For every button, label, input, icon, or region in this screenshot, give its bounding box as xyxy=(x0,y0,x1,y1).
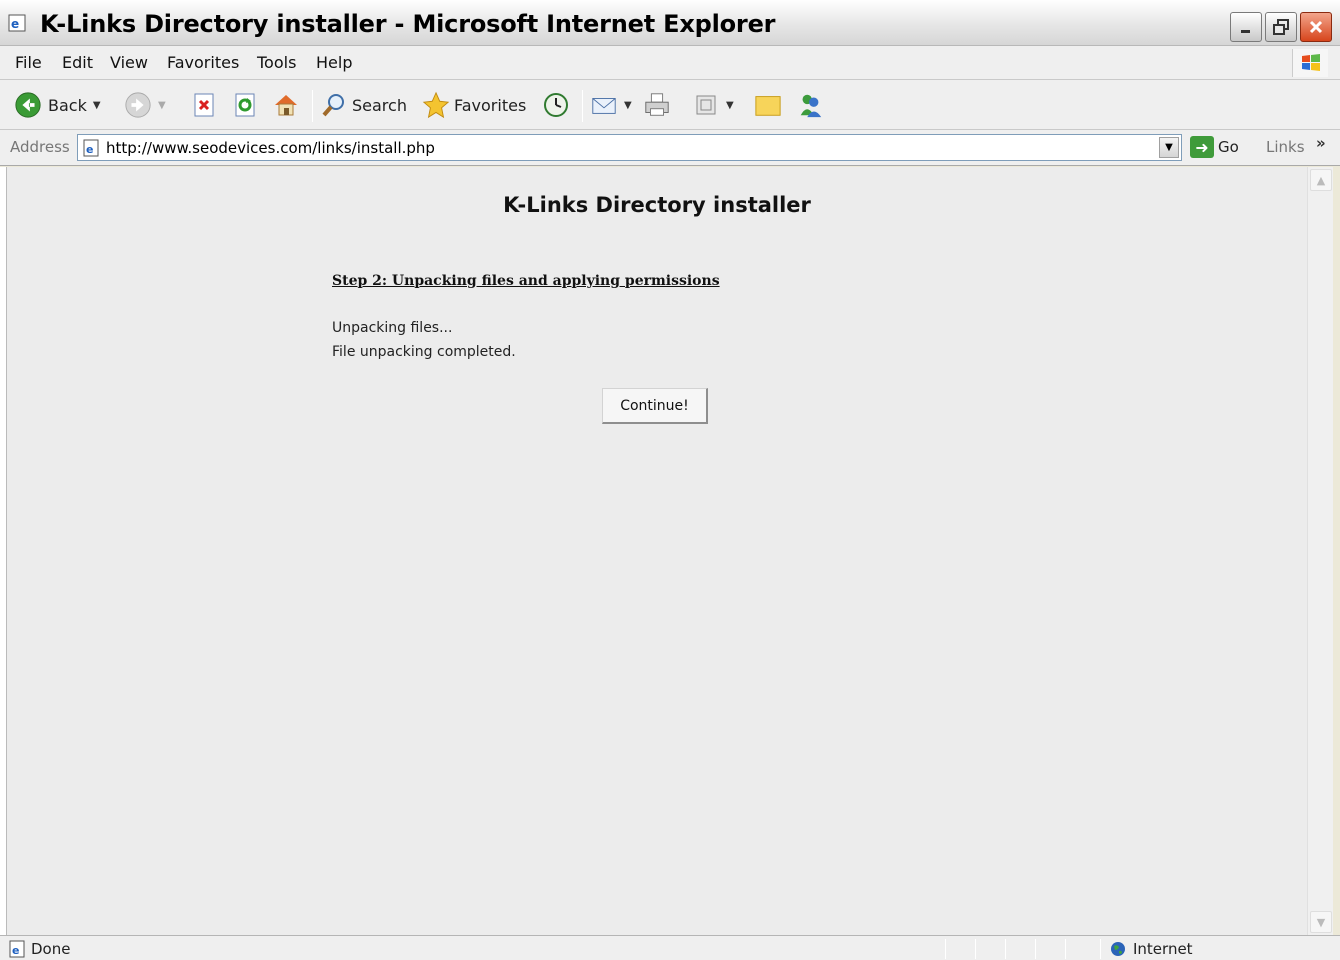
menu-edit[interactable]: Edit xyxy=(62,53,93,72)
ie-page-icon: e xyxy=(8,14,26,32)
window-title: K-Links Directory installer - Microsoft … xyxy=(40,10,776,38)
minimize-icon xyxy=(1241,30,1250,33)
history-icon xyxy=(542,91,570,119)
windows-logo-icon xyxy=(1292,49,1328,77)
search-button[interactable]: Search xyxy=(320,88,407,122)
mail-button[interactable]: ▼ xyxy=(590,88,632,122)
svg-text:e: e xyxy=(12,944,19,957)
forward-arrow-icon xyxy=(124,91,152,119)
links-label[interactable]: Links xyxy=(1266,138,1305,156)
svg-text:e: e xyxy=(86,143,93,156)
go-label: Go xyxy=(1218,138,1239,156)
restore-button[interactable] xyxy=(1265,12,1297,42)
standard-toolbar: Back ▼ ▼ Search Favorites ▼ ▼ xyxy=(0,80,1340,130)
back-arrow-icon xyxy=(14,91,42,119)
messenger-button[interactable] xyxy=(796,88,824,122)
step-title: Step 2: Unpacking files and applying per… xyxy=(332,273,720,289)
scroll-up-icon[interactable]: ▲ xyxy=(1310,169,1332,191)
forward-button[interactable]: ▼ xyxy=(124,88,166,122)
mail-icon xyxy=(590,91,618,119)
print-button[interactable] xyxy=(643,88,671,122)
search-label: Search xyxy=(352,95,407,115)
status-divider xyxy=(1065,939,1066,959)
status-divider xyxy=(975,939,976,959)
svg-text:e: e xyxy=(11,17,19,31)
globe-icon xyxy=(1111,942,1125,956)
status-bar: e Done Internet xyxy=(0,935,1340,960)
go-button[interactable]: ➜ Go xyxy=(1190,136,1239,158)
close-button[interactable] xyxy=(1300,12,1332,42)
folder-note-icon xyxy=(754,91,782,119)
edit-button[interactable]: ▼ xyxy=(692,88,734,122)
menu-view[interactable]: View xyxy=(110,53,148,72)
title-bar: e K-Links Directory installer - Microsof… xyxy=(0,0,1340,46)
address-bar: Address e http://www.seodevices.com/link… xyxy=(0,130,1340,166)
search-icon xyxy=(320,91,348,119)
back-dropdown-icon[interactable]: ▼ xyxy=(93,100,101,111)
page-heading: K-Links Directory installer xyxy=(503,193,811,217)
messenger-icon xyxy=(796,91,824,119)
status-divider xyxy=(945,939,946,959)
back-button[interactable]: Back ▼ xyxy=(14,88,101,122)
discuss-button[interactable] xyxy=(754,88,782,122)
links-chevron-icon[interactable]: » xyxy=(1316,134,1326,152)
menu-favorites[interactable]: Favorites xyxy=(167,53,239,72)
minimize-button[interactable] xyxy=(1230,12,1262,42)
page-content: K-Links Directory installer Step 2: Unpa… xyxy=(7,167,1307,935)
history-button[interactable] xyxy=(542,88,570,122)
favorites-button[interactable]: Favorites xyxy=(422,88,526,122)
restore-icon xyxy=(1273,19,1289,35)
toolbar-separator xyxy=(312,90,313,122)
status-text: Done xyxy=(31,940,71,958)
forward-dropdown-icon[interactable]: ▼ xyxy=(158,100,166,111)
refresh-button[interactable] xyxy=(231,88,259,122)
address-dropdown-icon[interactable]: ▼ xyxy=(1159,137,1179,158)
edit-dropdown-icon[interactable]: ▼ xyxy=(726,100,734,111)
mail-dropdown-icon[interactable]: ▼ xyxy=(624,100,632,111)
address-input[interactable]: e http://www.seodevices.com/links/instal… xyxy=(77,134,1182,161)
address-url[interactable]: http://www.seodevices.com/links/install.… xyxy=(106,139,435,157)
continue-button[interactable]: Continue! xyxy=(602,388,708,424)
status-message: File unpacking completed. xyxy=(332,344,516,360)
status-divider xyxy=(1100,939,1101,959)
home-button[interactable] xyxy=(272,88,300,122)
status-message: Unpacking files... xyxy=(332,320,453,336)
stop-icon xyxy=(190,91,218,119)
status-divider xyxy=(1035,939,1036,959)
stop-button[interactable] xyxy=(190,88,218,122)
menu-bar: File Edit View Favorites Tools Help xyxy=(0,46,1340,80)
favorites-label: Favorites xyxy=(454,95,527,115)
back-label: Back xyxy=(48,95,87,115)
address-label: Address xyxy=(10,138,70,156)
page-icon: e xyxy=(83,139,99,157)
vertical-scrollbar[interactable]: ▲ ▼ xyxy=(1307,167,1333,935)
favorites-star-icon xyxy=(422,91,450,119)
menu-help[interactable]: Help xyxy=(316,53,352,72)
security-zone: Internet xyxy=(1133,940,1193,958)
page-done-icon: e xyxy=(9,940,25,958)
home-icon xyxy=(272,91,300,119)
status-divider xyxy=(1005,939,1006,959)
toolbar-separator xyxy=(582,90,583,122)
menu-file[interactable]: File xyxy=(15,53,42,72)
scroll-down-icon[interactable]: ▼ xyxy=(1310,911,1332,933)
close-icon xyxy=(1309,20,1323,34)
print-icon xyxy=(643,91,671,119)
go-arrow-icon: ➜ xyxy=(1190,136,1214,158)
refresh-icon xyxy=(231,91,259,119)
frame-edge xyxy=(0,167,7,935)
edit-page-icon xyxy=(692,91,720,119)
menu-tools[interactable]: Tools xyxy=(257,53,296,72)
